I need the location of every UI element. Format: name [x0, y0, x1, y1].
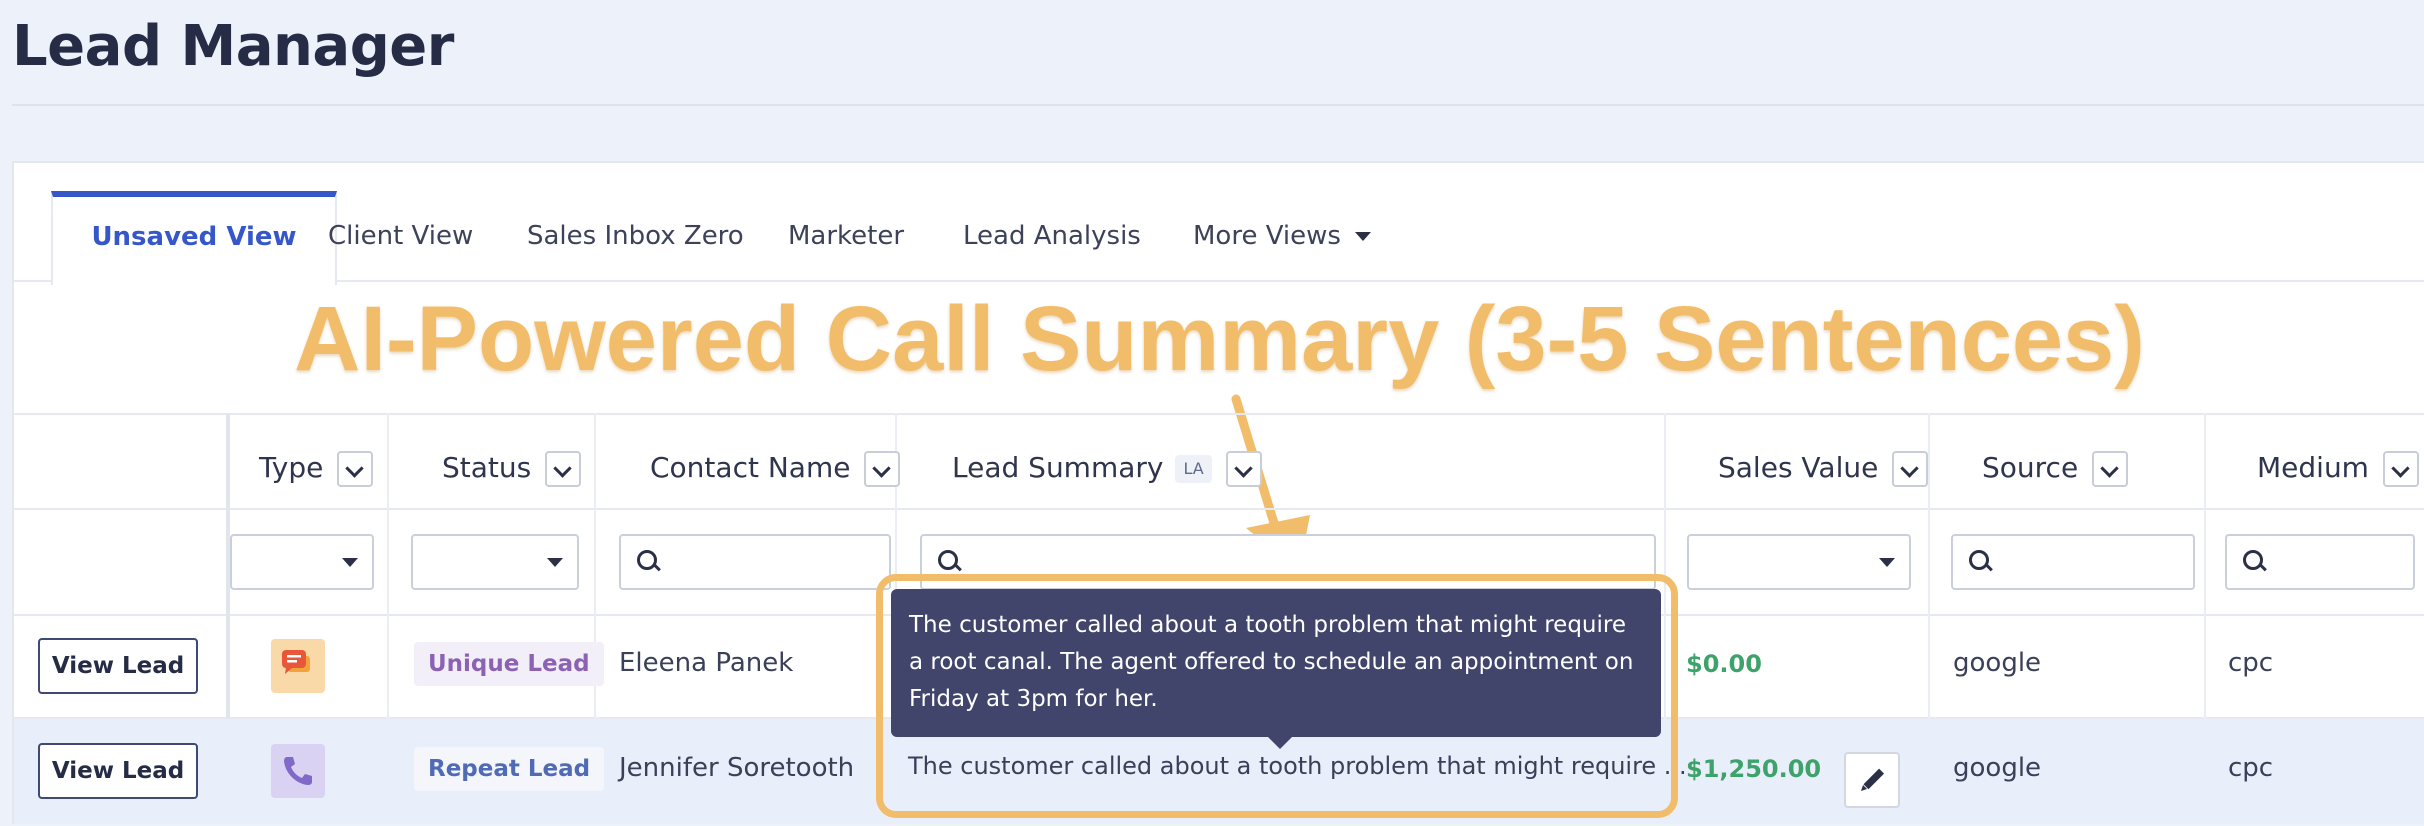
- header-border: [14, 508, 2424, 510]
- contact-name: Jennifer Soretooth: [619, 753, 855, 783]
- column-header-label: Sales Value: [1718, 451, 1879, 484]
- chat-icon-glyph: [282, 650, 310, 674]
- sales-value-filter-select[interactable]: [1687, 534, 1911, 590]
- column-header-label: Contact Name: [650, 451, 851, 484]
- column-header-medium: Medium: [2257, 438, 2419, 498]
- view-lead-button[interactable]: View Lead: [38, 743, 198, 799]
- medium-search-input[interactable]: [2225, 534, 2415, 590]
- source-value: google: [1953, 648, 2042, 678]
- caret-down-icon: [547, 558, 563, 567]
- source-value: google: [1953, 753, 2042, 783]
- contact-name-search-input[interactable]: [619, 534, 891, 590]
- chevron-down-icon[interactable]: [1892, 451, 1929, 487]
- phone-icon: [271, 744, 325, 798]
- source-search-input[interactable]: [1951, 534, 2195, 590]
- column-header-label: Type: [259, 451, 324, 484]
- edit-sales-value-button[interactable]: [1844, 752, 1900, 808]
- chevron-down-icon[interactable]: [545, 451, 582, 487]
- chevron-down-icon[interactable]: [1225, 451, 1262, 487]
- column-header-lead-summary: Lead Summary LA: [952, 438, 1262, 498]
- chevron-down-icon[interactable]: [2092, 451, 2129, 487]
- column-header-label: Status: [442, 451, 532, 484]
- title-divider: [12, 104, 2424, 106]
- table-top-border: [14, 413, 2424, 415]
- caret-down-icon: [342, 558, 358, 567]
- medium-value: cpc: [2228, 753, 2274, 783]
- column-header-sales-value: Sales Value: [1718, 438, 1929, 498]
- pencil-icon: [1861, 768, 1885, 791]
- status-badge: Repeat Lead: [414, 747, 605, 791]
- column-header-label: Medium: [2257, 451, 2369, 484]
- view-lead-button[interactable]: View Lead: [38, 638, 198, 694]
- status-badge: Unique Lead: [414, 642, 604, 686]
- annotation-highlight-box: [876, 574, 1678, 818]
- chevron-down-icon[interactable]: [2382, 451, 2419, 487]
- chevron-down-icon[interactable]: [864, 451, 901, 487]
- chat-icon: [271, 639, 325, 693]
- la-badge: LA: [1175, 455, 1212, 483]
- search-icon: [2243, 550, 2263, 570]
- search-icon: [637, 550, 657, 570]
- caret-down-icon: [1879, 558, 1895, 567]
- status-filter-select[interactable]: [411, 534, 579, 590]
- sales-value: $0.00: [1686, 650, 1762, 678]
- type-filter-select[interactable]: [230, 534, 374, 590]
- column-header-source: Source: [1982, 438, 2129, 498]
- column-header-contact-name: Contact Name: [650, 438, 901, 498]
- page-title: Lead Manager: [12, 14, 454, 79]
- chevron-down-icon[interactable]: [337, 451, 374, 487]
- phone-icon-glyph: [284, 757, 312, 785]
- column-header-type: Type: [259, 438, 374, 498]
- medium-value: cpc: [2228, 648, 2274, 678]
- contact-name: Eleena Panek: [619, 648, 794, 678]
- search-icon: [1969, 550, 1989, 570]
- column-header-status: Status: [442, 438, 582, 498]
- search-icon: [938, 550, 958, 570]
- sales-value: $1,250.00: [1686, 755, 1822, 783]
- column-header-label: Source: [1982, 451, 2079, 484]
- column-header-label: Lead Summary: [952, 451, 1164, 484]
